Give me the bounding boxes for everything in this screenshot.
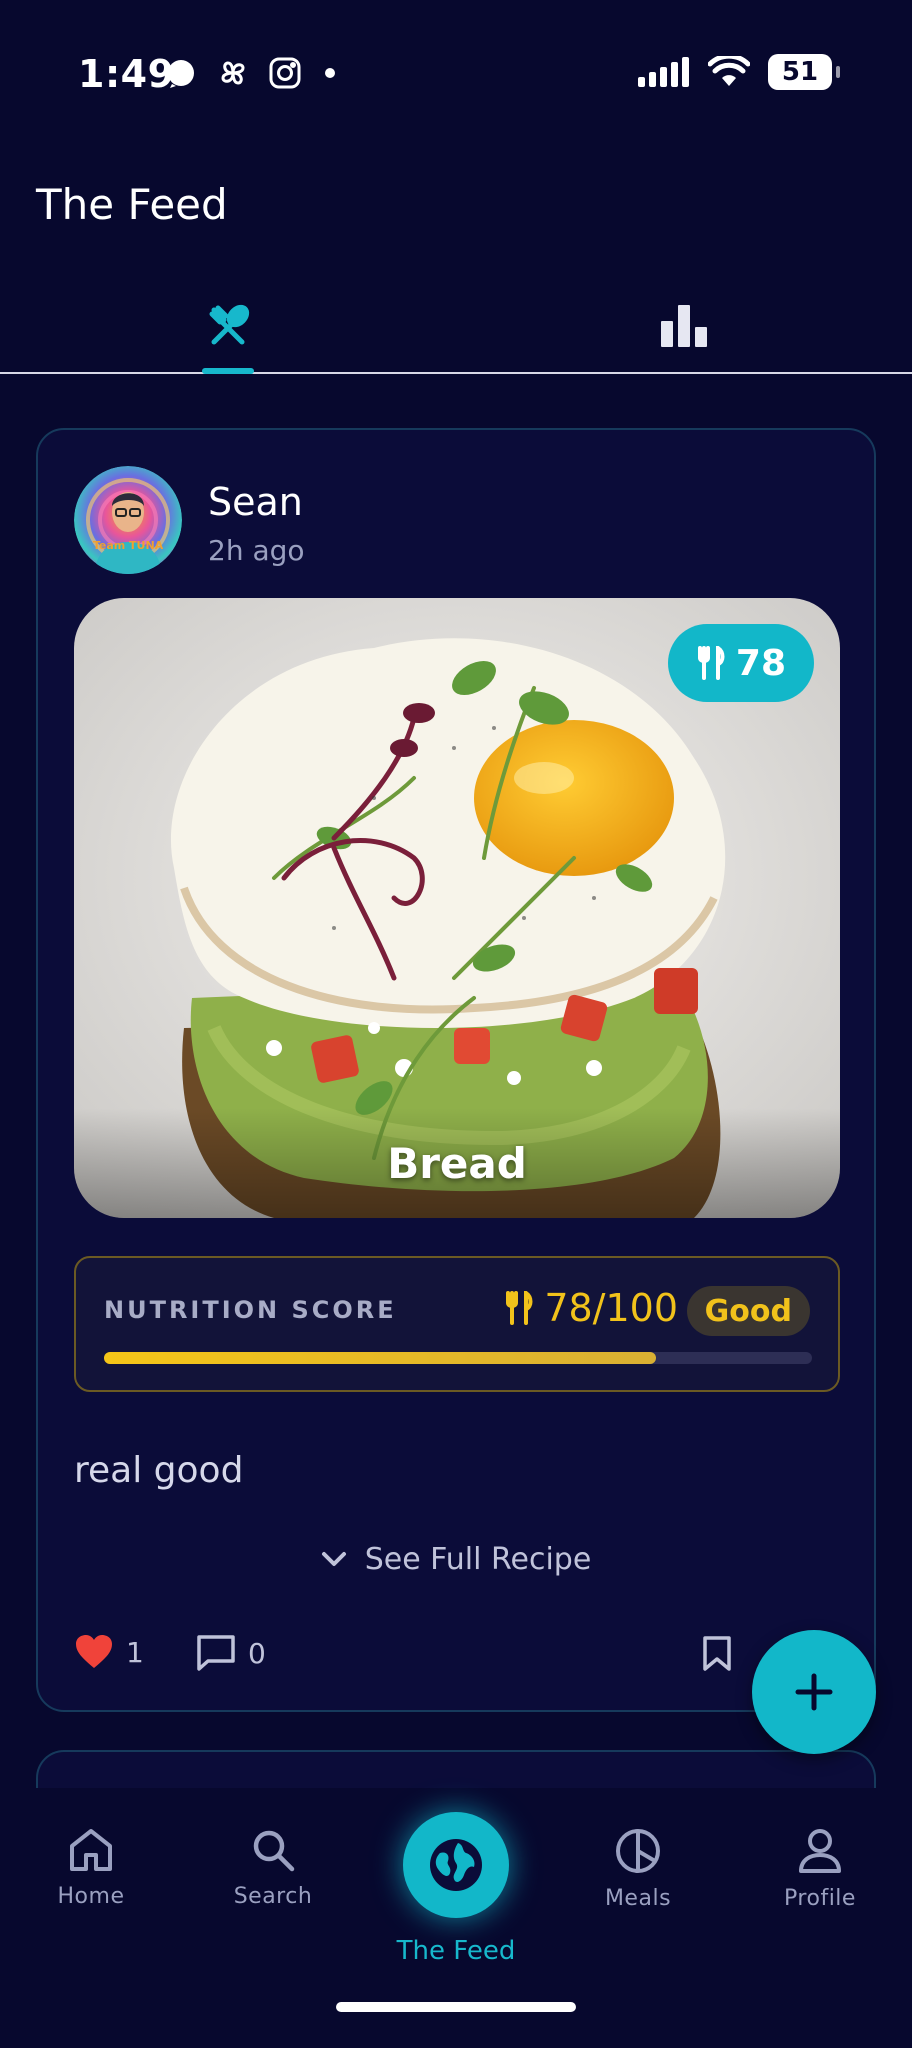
fork-knife-icon xyxy=(506,1291,533,1325)
utensils-icon xyxy=(209,304,250,345)
search-icon xyxy=(253,1830,295,1872)
nutrition-progress-track xyxy=(104,1352,812,1364)
active-tab-indicator xyxy=(202,368,254,374)
signal-app-icon xyxy=(168,60,194,88)
nutrition-progress-fill xyxy=(104,1352,657,1364)
person-icon xyxy=(799,1829,841,1873)
score-badge-value: 78 xyxy=(735,642,786,684)
nav-meals-label: Meals xyxy=(604,1886,672,1911)
tab-stats[interactable] xyxy=(634,280,734,372)
post-caption: real good xyxy=(74,1450,244,1491)
post-username[interactable]: Sean xyxy=(208,480,303,524)
page-title: The Feed xyxy=(36,180,228,229)
nav-search[interactable]: Search xyxy=(183,1828,363,1909)
dot-icon xyxy=(325,68,335,78)
add-post-button[interactable] xyxy=(752,1630,876,1754)
post-card: Team TUNA Sean 2h ago Bread 78 NUTRITION… xyxy=(36,428,876,1712)
instagram-icon xyxy=(269,57,301,89)
avatar-shirt-text: Team TUNA xyxy=(92,539,164,552)
nutrition-score-value: 78/100 xyxy=(504,1286,678,1330)
meal-name: Bread xyxy=(387,1139,527,1188)
comment-icon xyxy=(197,1635,235,1671)
bar-chart-icon xyxy=(661,305,707,347)
nav-the-feed[interactable] xyxy=(403,1812,509,1918)
nutrition-grade-badge: Good xyxy=(686,1286,810,1336)
home-icon xyxy=(70,1829,112,1871)
pie-chart-icon xyxy=(616,1829,660,1873)
like-button[interactable]: 1 xyxy=(74,1634,144,1670)
status-time: 1:49 xyxy=(78,52,175,96)
comment-button[interactable]: 0 xyxy=(196,1634,266,1672)
fork-knife-icon xyxy=(697,646,725,680)
status-bar: 1:49 51 xyxy=(0,0,912,150)
see-recipe-label: See Full Recipe xyxy=(364,1542,592,1577)
plus-icon xyxy=(795,1673,833,1711)
see-recipe-button[interactable]: See Full Recipe xyxy=(38,1542,874,1577)
nav-home-label: Home xyxy=(57,1884,125,1909)
nav-profile-label: Profile xyxy=(784,1886,856,1911)
nutrition-score-text: 78/100 xyxy=(544,1286,678,1330)
meal-photo[interactable]: Bread 78 xyxy=(74,598,840,1218)
pinwheel-icon xyxy=(221,61,245,85)
nav-search-label: Search xyxy=(233,1884,313,1909)
feed-tabs xyxy=(0,280,912,374)
avatar[interactable]: Team TUNA xyxy=(74,466,182,574)
nav-the-feed-label: The Feed xyxy=(396,1936,516,1966)
nutrition-score-label: NUTRITION SCORE xyxy=(104,1296,397,1324)
status-notification-icons xyxy=(164,56,340,90)
wifi-icon xyxy=(708,56,750,86)
nav-home[interactable]: Home xyxy=(1,1828,181,1909)
chevron-down-icon xyxy=(321,1551,346,1566)
score-badge: 78 xyxy=(667,624,814,702)
nav-meals[interactable]: Meals xyxy=(548,1828,728,1911)
nav-profile[interactable]: Profile xyxy=(730,1828,910,1911)
like-count: 1 xyxy=(126,1635,144,1669)
comment-count: 0 xyxy=(248,1636,266,1670)
globe-icon xyxy=(430,1839,482,1891)
cellular-icon xyxy=(638,57,689,87)
battery-icon: 51 xyxy=(768,54,840,90)
tab-posts[interactable] xyxy=(178,280,278,372)
bookmark-button[interactable] xyxy=(702,1636,732,1676)
bookmark-icon xyxy=(703,1636,731,1671)
status-system-icons: 51 xyxy=(638,54,840,90)
home-indicator xyxy=(336,2002,576,2012)
nutrition-score-panel: NUTRITION SCORE 78/100 Good xyxy=(74,1256,840,1392)
heart-icon xyxy=(76,1635,112,1668)
post-timestamp: 2h ago xyxy=(208,534,305,567)
